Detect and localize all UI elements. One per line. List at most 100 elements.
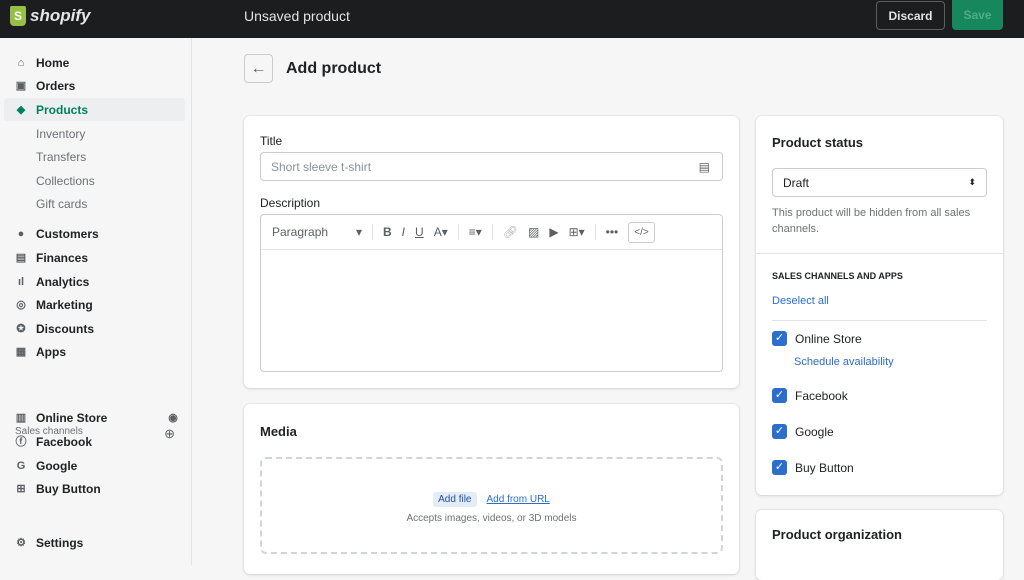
sidebar-item-buy-button[interactable]: ⊞ Buy Button (4, 477, 185, 500)
channel-checkbox-google[interactable]: ✓ Google (772, 424, 834, 439)
store-icon: ▥ (15, 411, 27, 424)
description-label: Description (260, 196, 321, 210)
shopify-bag-icon: S (10, 6, 26, 26)
label: Orders (36, 78, 76, 93)
html-view-button[interactable]: </> (628, 221, 655, 243)
checkmark-icon: ✓ (772, 460, 787, 475)
autofill-icon: ▤ (698, 159, 710, 174)
eye-icon[interactable]: ◉ (167, 412, 179, 424)
finances-icon: ▤ (15, 251, 27, 264)
label: Customers (36, 226, 99, 241)
checkmark-icon: ✓ (772, 331, 787, 346)
brand-name: shopify (30, 6, 91, 25)
link-icon[interactable]: 🔗︎ (503, 225, 518, 239)
italic-icon[interactable]: I (402, 225, 405, 239)
page-title: Add product (286, 60, 382, 77)
person-icon: ● (17, 227, 25, 240)
label: Home (36, 55, 70, 70)
arrow-left-icon: ← (250, 59, 267, 77)
label: Facebook (36, 434, 93, 449)
sidebar-item-home[interactable]: ⌂ Home (4, 51, 185, 74)
sidebar-item-discounts[interactable]: ✪ Discounts (4, 317, 185, 340)
align-icon[interactable]: ≡▾ (469, 225, 482, 239)
product-organization-card (756, 510, 1003, 580)
label: Settings (36, 535, 84, 550)
schedule-availability-link[interactable]: Schedule availability (794, 356, 894, 368)
divider (594, 224, 596, 240)
media-hint: Accepts images, videos, or 3D models (406, 513, 577, 524)
caret-down-icon: ▾ (355, 225, 362, 239)
divider (491, 224, 493, 240)
sidebar-item-facebook[interactable]: ⓕ Facebook (4, 430, 185, 453)
sidebar-item-products[interactable]: ◆ Products (4, 98, 185, 121)
channel-label: Google (795, 424, 834, 439)
label: Buy Button (36, 481, 101, 496)
sidebar-item-collections[interactable]: Collections (4, 169, 185, 192)
add-from-url-link[interactable]: Add from URL (487, 492, 550, 507)
media-heading: Media (260, 424, 297, 439)
label: Collections (36, 173, 95, 188)
discard-button[interactable]: Discard (876, 1, 945, 30)
sidebar-item-settings[interactable]: ⚙ Settings (4, 531, 185, 554)
bold-icon[interactable]: B (383, 225, 392, 239)
discount-icon: ✪ (16, 322, 26, 335)
tag-icon: ◆ (16, 103, 26, 116)
format-select[interactable]: Paragraph ▾ (272, 225, 362, 239)
sidebar-item-finances[interactable]: ▤ Finances (4, 246, 185, 269)
status-value: Draft (783, 175, 810, 190)
table-icon[interactable]: ⊞▾ (569, 225, 585, 239)
sidebar-item-orders[interactable]: ▣ Orders (4, 74, 185, 97)
label: Transfers (36, 149, 87, 164)
buy-button-icon: ⊞ (16, 482, 26, 495)
channel-checkbox-buy-button[interactable]: ✓ Buy Button (772, 460, 854, 475)
channel-checkbox-online-store[interactable]: ✓ Online Store (772, 331, 862, 346)
deselect-all-link[interactable]: Deselect all (772, 295, 829, 307)
add-file-button[interactable]: Add file (433, 492, 477, 507)
label: Inventory (36, 126, 86, 141)
title-placeholder: Short sleeve t-shirt (271, 159, 372, 174)
select-arrows-icon: ⬍ (968, 177, 976, 187)
shopify-logo[interactable]: Sshopify (10, 6, 90, 26)
sidebar-item-transfers[interactable]: Transfers (4, 145, 185, 168)
title-label: Title (260, 134, 283, 148)
sidebar: ⌂ Home ▣ Orders ◆ Products Inventory Transf… (0, 38, 192, 565)
marketing-icon: ◎ (16, 298, 26, 311)
sidebar-item-apps[interactable]: ▦ Apps (4, 340, 185, 363)
channel-checkbox-facebook[interactable]: ✓ Facebook (772, 388, 848, 403)
image-icon[interactable]: ▨ (528, 225, 539, 239)
orders-icon: ▣ (15, 79, 27, 92)
sidebar-item-inventory[interactable]: Inventory (4, 122, 185, 145)
sidebar-item-gift-cards[interactable]: Gift cards (4, 192, 185, 215)
title-input[interactable]: Short sleeve t-shirt ▤ (260, 152, 723, 181)
save-button[interactable]: Save (952, 0, 1003, 30)
sidebar-item-online-store[interactable]: ▥ Online Store ◉ (4, 406, 185, 429)
editor-toolbar: Paragraph ▾ B I U A▾ ≡▾ 🔗︎ ▨ ▶ ⊞▾ ••• </> (261, 215, 722, 250)
sidebar-item-marketing[interactable]: ◎ Marketing (4, 293, 185, 316)
media-dropzone[interactable]: Add file Add from URL Accepts images, vi… (260, 457, 723, 554)
back-button[interactable]: ← (244, 54, 273, 83)
label: Google (36, 458, 78, 473)
sidebar-item-google[interactable]: G Google (4, 454, 185, 477)
product-status-heading: Product status (772, 135, 864, 150)
divider (372, 224, 373, 240)
label: Marketing (36, 297, 93, 312)
channel-label: Facebook (795, 388, 848, 403)
divider (756, 253, 1003, 254)
facebook-icon: ⓕ (15, 435, 27, 448)
more-icon[interactable]: ••• (606, 225, 619, 239)
channel-label: Buy Button (795, 460, 854, 475)
page-status-title: Unsaved product (244, 8, 350, 24)
sidebar-item-customers[interactable]: ● Customers (4, 222, 185, 245)
status-hint: This product will be hidden from all sal… (772, 207, 971, 235)
label: Products (36, 102, 89, 117)
description-textarea[interactable] (261, 250, 722, 370)
text-color-icon[interactable]: A▾ (434, 225, 448, 239)
status-select[interactable]: Draft ⬍ (772, 168, 987, 197)
description-editor: Paragraph ▾ B I U A▾ ≡▾ 🔗︎ ▨ ▶ ⊞▾ ••• </> (260, 214, 723, 372)
label: Online Store (36, 410, 108, 425)
top-bar: Sshopify Unsaved product Discard Save (0, 0, 1024, 38)
divider (772, 320, 987, 321)
video-icon[interactable]: ▶ (549, 225, 558, 239)
underline-icon[interactable]: U (415, 225, 424, 239)
sidebar-item-analytics[interactable]: ıl Analytics (4, 270, 185, 293)
